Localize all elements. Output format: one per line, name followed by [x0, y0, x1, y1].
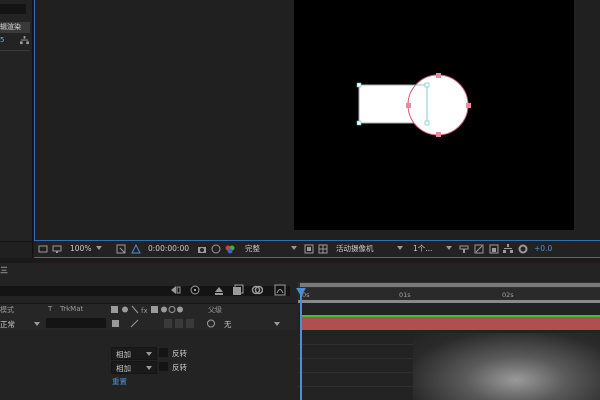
mask-mode-select[interactable]: 相加	[111, 347, 157, 360]
ellipse-handle[interactable]	[466, 103, 471, 108]
col-t[interactable]: T	[48, 305, 52, 313]
playhead-line[interactable]	[300, 288, 302, 400]
switch-box[interactable]	[175, 319, 183, 328]
ellipse-handle[interactable]	[436, 132, 441, 137]
chevron-down-icon[interactable]	[96, 246, 102, 250]
pickwhip-icon[interactable]	[206, 319, 216, 328]
camera-select[interactable]: 活动摄像机	[336, 243, 374, 255]
work-area-bar[interactable]	[298, 300, 600, 303]
vertex-handle[interactable]	[424, 82, 430, 88]
timeline-tab-strip	[0, 258, 600, 263]
transparency-grid-icon[interactable]	[131, 244, 141, 254]
pixel-aspect-icon[interactable]	[474, 244, 484, 254]
ellipse-handle[interactable]	[406, 103, 411, 108]
ruler-label: 01s	[399, 291, 411, 299]
region-icon[interactable]	[116, 244, 126, 254]
vertex-handle[interactable]	[356, 82, 362, 88]
fast-preview-icon[interactable]	[489, 244, 499, 254]
views-select[interactable]: 1个...	[413, 243, 432, 255]
chevron-down-icon[interactable]	[397, 246, 403, 250]
chevron-down-icon[interactable]	[34, 322, 40, 326]
draft-3d-icon[interactable]	[189, 284, 201, 296]
preview-icon[interactable]	[38, 244, 48, 254]
exposure-value[interactable]: +0.0	[534, 243, 552, 255]
preview-glow	[413, 333, 600, 400]
reset-link[interactable]: 重置	[112, 376, 127, 387]
vertex-handle[interactable]	[424, 120, 430, 126]
shy-icon[interactable]	[213, 284, 225, 296]
ruler-label: 02s	[502, 291, 514, 299]
grid-icon[interactable]	[318, 244, 328, 254]
snapshot-icon[interactable]	[211, 244, 221, 254]
graph-editor-icon[interactable]	[274, 284, 286, 296]
quality-switch-icon[interactable]	[130, 319, 140, 328]
viewer-toolbar: 100% 0:00:00:00 完整 活动摄像机 1个... +0.0	[34, 240, 600, 258]
roi-icon[interactable]	[304, 244, 314, 254]
chevron-down-icon[interactable]	[291, 246, 297, 250]
ellipse-handle[interactable]	[436, 73, 441, 78]
layer-duration-bar[interactable]	[302, 317, 600, 330]
chevron-down-icon[interactable]	[274, 322, 280, 326]
chevron-down-icon	[146, 366, 152, 370]
gear-icon[interactable]	[518, 244, 528, 254]
ellipse-shape[interactable]	[407, 74, 469, 136]
timeline-menu[interactable]: 三	[0, 265, 8, 276]
display-icon[interactable]	[52, 244, 62, 254]
shy-switch-icon[interactable]	[111, 319, 121, 328]
project-search-field[interactable]	[0, 4, 26, 14]
layer-switch-icons: fx	[111, 305, 183, 314]
track-divider	[298, 358, 413, 359]
toggle-icon[interactable]	[459, 244, 469, 254]
resolution-select[interactable]: 完整	[245, 243, 260, 255]
tween-icon[interactable]	[170, 284, 182, 296]
invert-checkbox[interactable]	[159, 362, 168, 371]
track-divider	[298, 372, 413, 373]
color-icon[interactable]	[225, 244, 235, 254]
trkmat-select[interactable]	[46, 318, 106, 328]
project-item-row[interactable]: 辑渲染	[0, 22, 30, 33]
switch-box[interactable]	[164, 319, 172, 328]
switch-box[interactable]	[186, 319, 194, 328]
layer-mode-select[interactable]: 正常	[0, 319, 15, 330]
track-divider	[298, 344, 413, 345]
motion-blur-icon[interactable]	[251, 284, 263, 296]
svg-text:fx: fx	[141, 307, 148, 314]
track-divider	[298, 386, 413, 387]
invert-label: 反转	[172, 363, 187, 372]
mask-mode-select[interactable]: 相加	[111, 361, 157, 374]
invert-label: 反转	[172, 349, 187, 358]
tree-icon[interactable]	[20, 36, 29, 45]
timeline-search-input[interactable]	[0, 286, 290, 296]
timecode[interactable]: 0:00:00:00	[148, 243, 189, 255]
time-navigator-range[interactable]	[300, 283, 600, 287]
project-item-label: 辑渲染	[0, 23, 21, 31]
flowchart-icon[interactable]	[503, 244, 513, 254]
chevron-down-icon	[146, 352, 152, 356]
composition-canvas[interactable]	[294, 0, 574, 230]
vertex-handle[interactable]	[356, 120, 362, 126]
shape-layers[interactable]	[294, 0, 574, 230]
col-trkmat[interactable]: TrkMat	[60, 305, 83, 313]
chevron-down-icon[interactable]	[446, 246, 452, 250]
playhead-handle[interactable]	[296, 288, 306, 296]
col-parent[interactable]: 父级	[208, 305, 222, 315]
project-divider	[0, 50, 30, 51]
project-footer	[0, 241, 32, 259]
camera-icon[interactable]	[197, 244, 207, 254]
col-mode[interactable]: 模式	[0, 305, 14, 315]
frame-blend-icon[interactable]	[232, 284, 244, 296]
zoom-level[interactable]: 100%	[70, 243, 91, 255]
parent-select[interactable]: 无	[224, 319, 232, 330]
invert-checkbox[interactable]	[159, 348, 168, 357]
layer-row[interactable]	[0, 316, 297, 330]
